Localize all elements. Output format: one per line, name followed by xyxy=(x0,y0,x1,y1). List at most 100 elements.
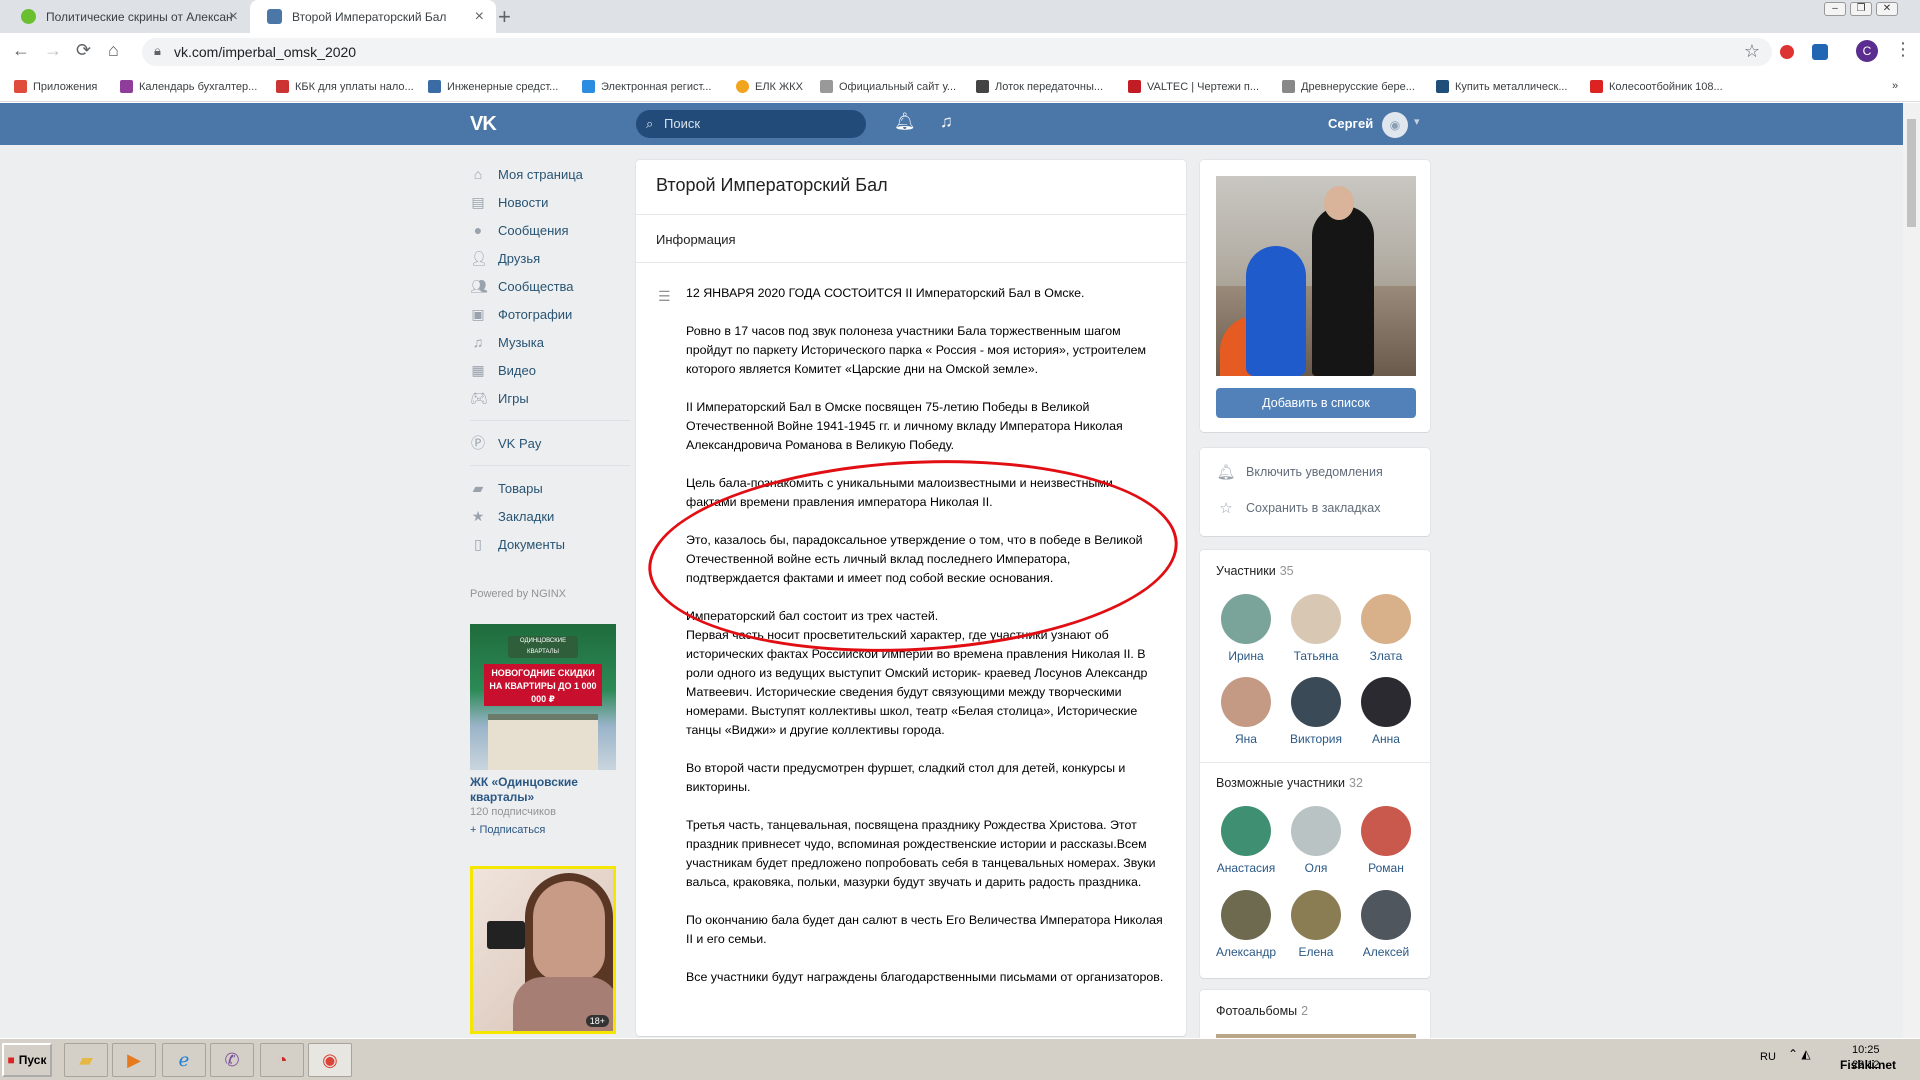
reload-icon[interactable]: ⟳ xyxy=(76,40,91,61)
enable-notifications-action[interactable]: 🔔︎ Включить уведомления xyxy=(1216,462,1382,482)
sidebar-item-news[interactable]: ▤ Новости xyxy=(470,188,630,216)
bookmark-calendar[interactable]: Календарь бухгалтер... xyxy=(120,80,257,93)
photos-icon: ▣ xyxy=(471,306,485,322)
user-name[interactable]: Сергей xyxy=(1328,116,1373,131)
member-item[interactable]: Елена xyxy=(1281,890,1351,959)
vk-logo[interactable]: VK xyxy=(470,113,504,135)
sidebar-item-my-page[interactable]: ⌂ Моя страница xyxy=(470,160,630,188)
sidebar-item-video[interactable]: ▦ Видео xyxy=(470,356,630,384)
bell-icon[interactable]: 🔔︎ xyxy=(894,112,916,132)
description-paragraph: II Императорский Бал в Омске посвящен 75… xyxy=(686,400,1123,452)
tray-icons[interactable]: ⌃ ◭ xyxy=(1788,1047,1811,1061)
sidebar-item-goods[interactable]: ▰ Товары xyxy=(470,474,630,502)
members-header[interactable]: Участники 35 xyxy=(1216,564,1294,578)
bookmarks-overflow[interactable]: » xyxy=(1892,80,1898,92)
bookmark-tray[interactable]: Лоток передаточны... xyxy=(976,80,1103,93)
taskbar-chrome[interactable]: ◉ xyxy=(308,1043,352,1077)
sidebar-item-groups[interactable]: 👥︎ Сообщества xyxy=(470,272,630,300)
bookmark-apps[interactable]: Приложения xyxy=(14,80,97,93)
sidebar-item-music[interactable]: ♫ Музыка xyxy=(470,328,630,356)
tab-imperial-ball[interactable]: Второй Императорский Бал × xyxy=(250,0,496,33)
ad-image-woman[interactable]: 18+ xyxy=(470,866,616,1034)
address-bar[interactable]: 🔒︎ vk.com/imperbal_omsk_2020 ☆ xyxy=(142,38,1772,66)
bookmark-metal[interactable]: Купить металлическ... xyxy=(1436,80,1568,93)
bookmark-valtec[interactable]: VALTEC | Чертежи п... xyxy=(1128,80,1259,93)
member-item[interactable]: Татьяна xyxy=(1281,594,1351,663)
browser-toolbar: ← → ⟳ ⌂ 🔒︎ vk.com/imperbal_omsk_2020 ☆ С… xyxy=(0,33,1920,71)
bookmark-kbk[interactable]: КБК для уплаты нало... xyxy=(276,80,414,93)
sidebar-item-games[interactable]: 🎮︎ Игры xyxy=(470,384,630,412)
tab-political-screens[interactable]: Политические скрины от Алексан × xyxy=(4,0,250,33)
member-item[interactable]: Алексей xyxy=(1351,890,1421,959)
music-note-icon[interactable]: ♫ xyxy=(940,112,953,132)
ad-house-image xyxy=(488,714,598,770)
windows-taskbar: ■ Пуск ▰ ▶ ℯ ✆ ◔ ◉ RU ⌃ ◭ 10:25 22.12 xyxy=(0,1038,1920,1080)
documents-icon: ▯ xyxy=(474,536,482,552)
extension-shield-icon[interactable] xyxy=(1780,45,1794,59)
scrollbar-thumb[interactable] xyxy=(1907,119,1916,227)
possible-members-header[interactable]: Возможные участники 32 xyxy=(1216,776,1363,790)
member-item[interactable]: Анастасия xyxy=(1211,806,1281,875)
sidebar-item-messages[interactable]: ● Сообщения xyxy=(470,216,630,244)
close-tab-icon[interactable]: × xyxy=(475,8,484,26)
page-scrollbar[interactable] xyxy=(1903,103,1920,1038)
member-item[interactable]: Анна xyxy=(1351,677,1421,746)
event-photo[interactable] xyxy=(1216,176,1416,376)
chevron-down-icon[interactable]: ▾ xyxy=(1414,115,1420,128)
bookmark-wheel-stop[interactable]: Колесоотбойник 108... xyxy=(1590,80,1723,93)
start-button[interactable]: ■ Пуск xyxy=(2,1043,52,1077)
member-item[interactable]: Роман xyxy=(1351,806,1421,875)
ad-title[interactable]: ЖК «Одинцовские кварталы» xyxy=(470,775,616,805)
new-tab-button[interactable]: + xyxy=(498,4,511,30)
ad-image-odintsovo[interactable]: ОДИНЦОВСКИЕ КВАРТАЛЫ НОВОГОДНИЕ СКИДКИ Н… xyxy=(470,624,616,770)
taskbar-ccleaner[interactable]: ◔ xyxy=(260,1043,304,1077)
taskbar-media[interactable]: ▶ xyxy=(112,1043,156,1077)
back-icon[interactable]: ← xyxy=(12,40,30,61)
member-item[interactable]: Ирина xyxy=(1211,594,1281,663)
bookmark-engineering[interactable]: Инженерные средст... xyxy=(428,80,558,93)
sidebar-item-friends[interactable]: 👤︎ Друзья xyxy=(470,244,630,272)
sidebar-item-photos[interactable]: ▣ Фотографии xyxy=(470,300,630,328)
save-bookmark-action[interactable]: ☆ Сохранить в закладках xyxy=(1216,498,1380,518)
member-item[interactable]: Виктория xyxy=(1281,677,1351,746)
description-paragraph: Третья часть, танцевальная, посвящена пр… xyxy=(686,818,1156,889)
language-indicator[interactable]: RU xyxy=(1760,1051,1776,1063)
profile-avatar[interactable]: С xyxy=(1856,40,1878,62)
sidebar-item-documents[interactable]: ▯ Документы xyxy=(470,530,630,558)
taskbar-ie[interactable]: ℯ xyxy=(162,1043,206,1077)
members-count: 35 xyxy=(1279,564,1294,578)
bookmark-registration[interactable]: Электронная регист... xyxy=(582,80,711,93)
albums-header[interactable]: Фотоальбомы 2 xyxy=(1216,1004,1308,1018)
apps-grid-icon xyxy=(14,80,27,93)
search-input[interactable]: ⌕ Поиск xyxy=(636,110,866,138)
avatar xyxy=(1221,890,1271,940)
browser-menu-icon[interactable]: ⋮ xyxy=(1894,39,1912,60)
add-to-list-button[interactable]: Добавить в список xyxy=(1216,388,1416,418)
ad-subscribe-link[interactable]: + Подписаться xyxy=(470,824,545,836)
actions-card: 🔔︎ Включить уведомления ☆ Сохранить в закл… xyxy=(1200,448,1430,536)
camera-avatar-icon[interactable]: ◉ xyxy=(1382,112,1408,138)
bookmark-official-site[interactable]: Официальный сайт у... xyxy=(820,80,956,93)
chart-bars-icon xyxy=(820,80,833,93)
member-item[interactable]: Оля xyxy=(1281,806,1351,875)
maximize-button[interactable]: ❐ xyxy=(1850,2,1872,16)
close-window-button[interactable]: ✕ xyxy=(1876,2,1898,16)
bookmark-birch[interactable]: Древнерусские бере... xyxy=(1282,80,1415,93)
member-item[interactable]: Яна xyxy=(1211,677,1281,746)
bookmark-elk[interactable]: ЕЛК ЖКХ xyxy=(736,80,803,93)
info-label: Информация xyxy=(656,232,736,247)
sidebar-item-vkpay[interactable]: Ⓟ VK Pay xyxy=(470,429,630,457)
close-tab-icon[interactable]: × xyxy=(229,8,238,26)
viber-icon: ✆ xyxy=(224,1049,240,1070)
vkpay-icon: Ⓟ xyxy=(471,435,485,451)
taskbar-explorer[interactable]: ▰ xyxy=(64,1043,108,1077)
member-item[interactable]: Злата xyxy=(1351,594,1421,663)
home-icon[interactable]: ⌂ xyxy=(108,40,119,61)
extension-pay-icon[interactable] xyxy=(1812,44,1828,60)
taskbar-viber[interactable]: ✆ xyxy=(210,1043,254,1077)
sidebar-item-bookmarks[interactable]: ★ Закладки xyxy=(470,502,630,530)
minimize-button[interactable]: – xyxy=(1824,2,1846,16)
bookmark-star-icon[interactable]: ☆ xyxy=(1744,41,1760,62)
member-item[interactable]: Александр xyxy=(1211,890,1281,959)
forward-icon[interactable]: → xyxy=(44,40,62,61)
